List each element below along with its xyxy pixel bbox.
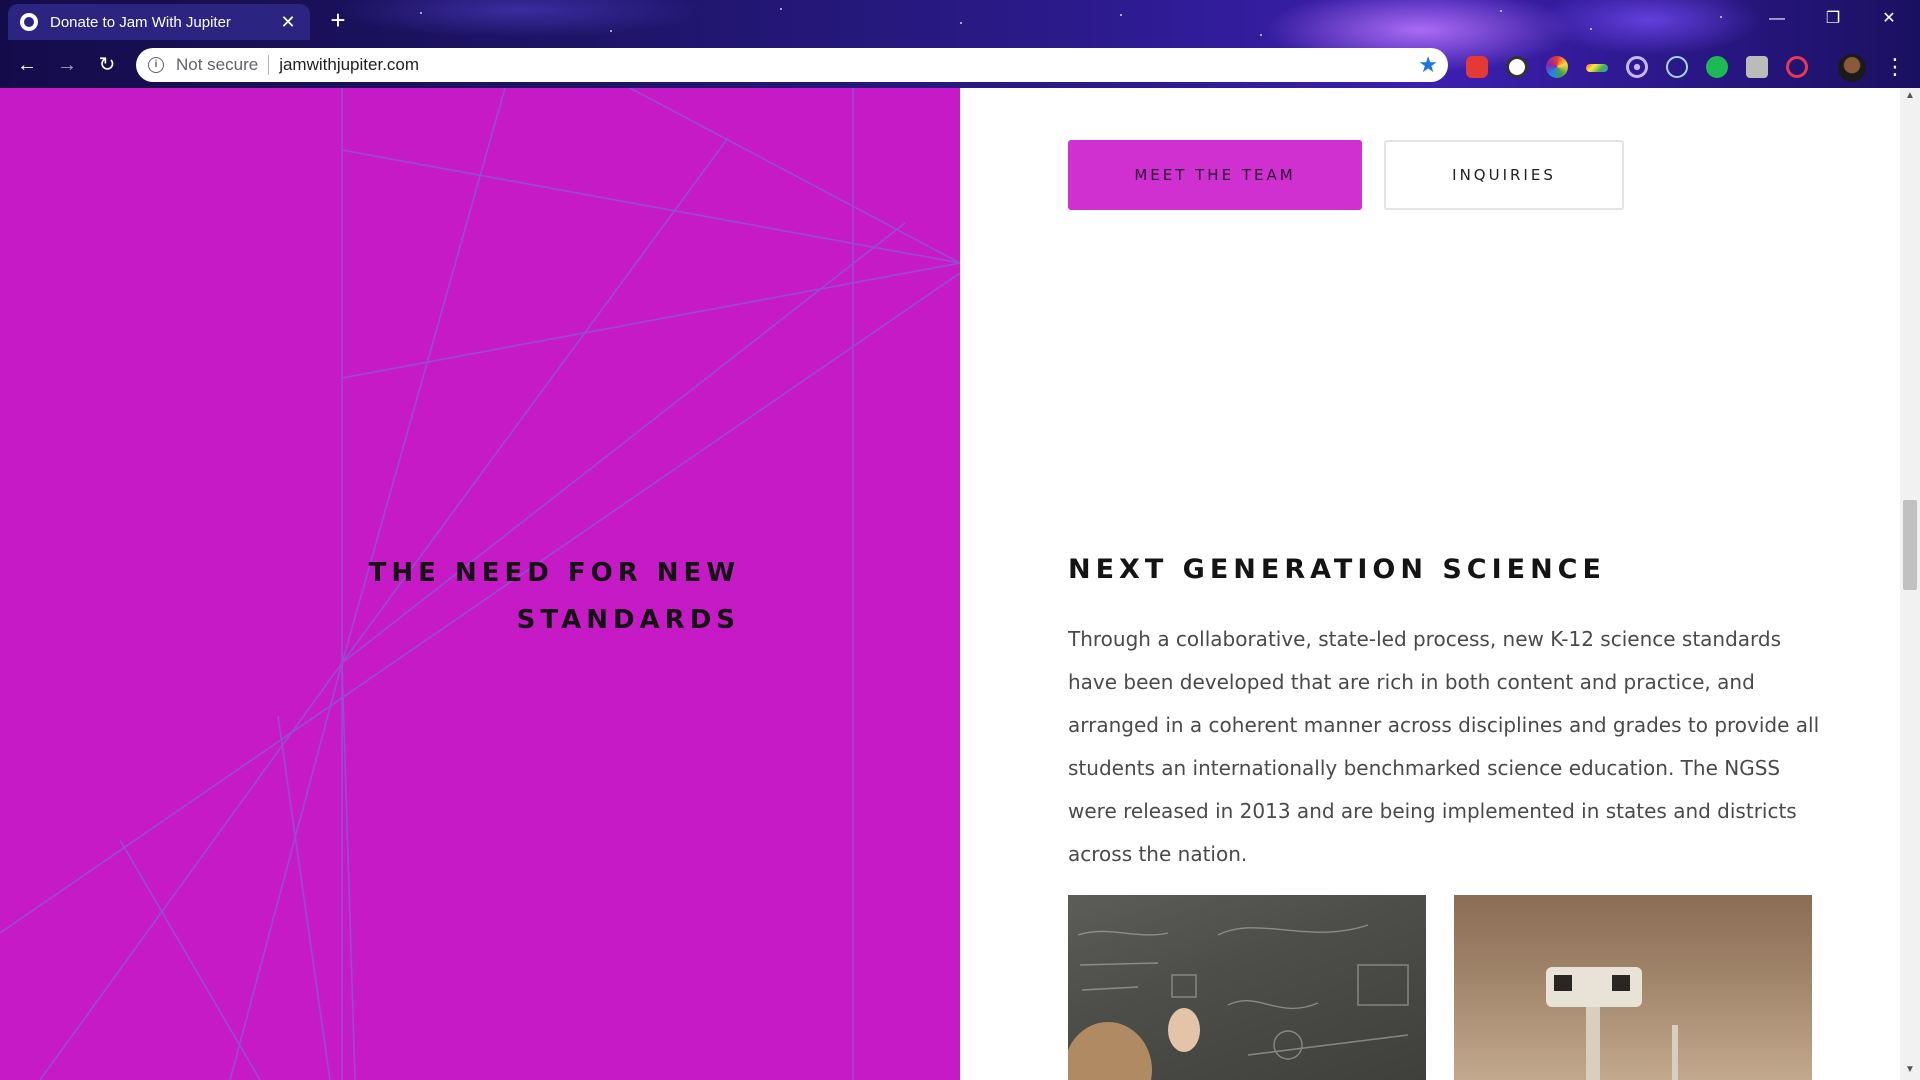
content-panel: MEET THE TEAM INQUIRIES NEXT GENERATION … xyxy=(960,88,1900,1080)
target-icon[interactable] xyxy=(1626,56,1648,78)
browser-chrome: Donate to Jam With Jupiter ✕ + — ❐ ✕ ← →… xyxy=(0,0,1920,88)
scrollbar[interactable]: ▲ ▼ xyxy=(1900,88,1920,1080)
globe-icon xyxy=(20,13,38,31)
restore-button[interactable]: ❐ xyxy=(1810,4,1856,34)
scroll-up-arrow-icon[interactable]: ▲ xyxy=(1905,90,1915,101)
avatar[interactable] xyxy=(1838,54,1866,82)
heading-line-1: THE NEED FOR NEW xyxy=(368,558,740,588)
browser-tab[interactable]: Donate to Jam With Jupiter ✕ xyxy=(8,4,310,40)
address-bar[interactable]: i Not secure jamwithjupiter.com ★ xyxy=(136,48,1448,82)
info-icon[interactable]: i xyxy=(148,57,164,73)
new-tab-button[interactable]: + xyxy=(324,6,352,34)
puzzle-icon[interactable] xyxy=(1746,56,1768,78)
reload-button[interactable]: ↻ xyxy=(90,48,124,82)
green-dot-icon[interactable] xyxy=(1706,56,1728,78)
forward-button[interactable]: → xyxy=(50,48,84,82)
tab-title: Donate to Jam With Jupiter xyxy=(50,13,231,31)
section-heading: THE NEED FOR NEW STANDARDS xyxy=(220,550,740,644)
close-window-button[interactable]: ✕ xyxy=(1866,4,1912,34)
security-label: Not secure xyxy=(176,55,259,74)
lastpass-icon[interactable] xyxy=(1786,56,1808,78)
minimize-button[interactable]: — xyxy=(1754,4,1800,34)
page-content: THE NEED FOR NEW STANDARDS MEET THE TEAM… xyxy=(0,88,1920,1080)
react-devtools-icon[interactable] xyxy=(1666,56,1688,78)
rainbow-icon[interactable] xyxy=(1586,64,1608,72)
color-picker-icon[interactable] xyxy=(1546,56,1568,78)
scroll-down-arrow-icon[interactable]: ▼ xyxy=(1905,1064,1915,1075)
bookmark-star-icon[interactable]: ★ xyxy=(1418,52,1438,78)
browser-menu-button[interactable]: ⋮ xyxy=(1884,52,1906,84)
mars-rover-photo xyxy=(1454,895,1812,1080)
navigation-bar: ← → ↻ i Not secure jamwithjupiter.com ★ … xyxy=(0,44,1920,86)
inquiries-button[interactable]: INQUIRIES xyxy=(1384,140,1624,210)
url-text[interactable]: jamwithjupiter.com xyxy=(279,55,1418,75)
chalkboard-photo xyxy=(1068,895,1426,1080)
meet-the-team-button[interactable]: MEET THE TEAM xyxy=(1068,140,1362,210)
adblock-icon[interactable] xyxy=(1466,56,1488,78)
heading-line-2: STANDARDS xyxy=(516,605,740,635)
ngs-paragraph: Through a collaborative, state-led proce… xyxy=(1068,627,1820,866)
ngs-heading: NEXT GENERATION SCIENCE xyxy=(1068,554,1606,585)
hero-panel: THE NEED FOR NEW STANDARDS xyxy=(0,88,960,1080)
back-button[interactable]: ← xyxy=(10,48,44,82)
separator xyxy=(268,55,270,75)
scroll-thumb[interactable] xyxy=(1903,500,1917,590)
tab-close-icon[interactable]: ✕ xyxy=(278,12,298,33)
extension-circle-icon[interactable] xyxy=(1506,56,1528,78)
